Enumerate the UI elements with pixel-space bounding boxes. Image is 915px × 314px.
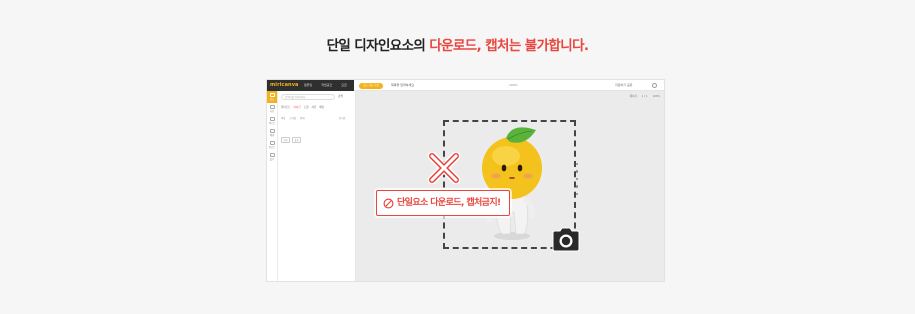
nav-item-templates[interactable]: 템플릿: [304, 83, 312, 87]
rail-item-text[interactable]: 텍스트: [267, 115, 277, 127]
folder-icon: [269, 153, 275, 157]
sort-dropdown[interactable]: 인기순: [339, 116, 346, 120]
x-mark-icon: [428, 152, 460, 184]
panel-tabs: 일러스트 아이콘 도형 사진 배경: [281, 105, 327, 109]
filter-style[interactable]: 스타일: [289, 117, 296, 120]
image-icon: [269, 105, 275, 109]
rail-item-folder[interactable]: 폴더: [267, 151, 277, 163]
filter-row: 색상 스타일 형태 인기순: [281, 116, 346, 120]
top-bar: miricanvas 템플릿 작업공간 요금 모든 기능 무료 제목을 입력하세…: [267, 80, 664, 91]
headline-prefix: 단일 디자인요소의: [326, 38, 430, 54]
tool-icon[interactable]: [576, 192, 579, 195]
search-button[interactable]: 검색: [338, 94, 343, 100]
tab-background[interactable]: 배경: [319, 106, 324, 109]
tool-icon[interactable]: [576, 177, 579, 181]
search-input[interactable]: 검색어를 입력하세요: [281, 94, 335, 100]
free-features-pill[interactable]: 모든 기능 무료: [359, 82, 383, 89]
user-icon[interactable]: [652, 83, 657, 88]
tab-icon[interactable]: 아이콘: [294, 106, 301, 109]
chip-row: 무료 유료: [281, 126, 303, 145]
headline: 단일 디자인요소의 다운로드, 캡처는 불가합니다.: [0, 34, 915, 54]
page-label[interactable]: 페이지: [630, 95, 637, 98]
upload-icon: [269, 141, 275, 145]
left-rail: 요소 사진 텍스트 배경 업로드 폴더: [267, 91, 278, 281]
nav-item-pricing[interactable]: 요금: [341, 83, 347, 87]
text-icon: [269, 117, 275, 121]
elements-panel: 검색어를 입력하세요 검색 일러스트 아이콘 도형 사진 배경 색상 스타일 형태 인기순 …: [278, 91, 356, 281]
nav-item-workspace[interactable]: 작업공간: [321, 83, 332, 87]
zoom-dropdown[interactable]: 100%: [509, 80, 518, 91]
background-icon: [269, 129, 275, 133]
no-capture-banner: 단일요소 다운로드, 캡처금지!: [376, 190, 510, 216]
camera-icon: [552, 227, 580, 252]
tool-icon[interactable]: [576, 170, 579, 173]
shapes-icon: [269, 93, 275, 97]
rail-item-background[interactable]: 배경: [267, 127, 277, 139]
canvas-zoom[interactable]: 100%: [653, 95, 660, 98]
filter-shape[interactable]: 형태: [300, 117, 304, 120]
no-entry-icon: [383, 198, 394, 209]
app-logo[interactable]: miricanvas: [267, 80, 302, 91]
tab-shape[interactable]: 도형: [304, 106, 309, 109]
page-count: 1 / 1: [641, 95, 648, 98]
save-share-button[interactable]: 저장하기 공유: [615, 80, 633, 91]
rail-item-upload[interactable]: 업로드: [267, 139, 277, 151]
top-nav: 템플릿 작업공간 요금: [298, 80, 354, 91]
tab-illustration[interactable]: 일러스트: [281, 106, 291, 109]
tab-photo[interactable]: 사진: [312, 106, 317, 109]
canvas-toolbar: 페이지 1 / 1 100%: [625, 94, 660, 98]
rail-item-photos[interactable]: 사진: [267, 103, 277, 115]
chip-paid[interactable]: 유료: [292, 137, 302, 143]
chip-free[interactable]: 무료: [281, 137, 291, 143]
tool-icon[interactable]: [576, 185, 579, 188]
rail-item-elements[interactable]: 요소: [267, 91, 277, 103]
headline-highlight: 다운로드, 캡처는 불가합니다.: [429, 38, 589, 54]
document-title[interactable]: 제목을 입력하세요: [391, 80, 414, 91]
tool-icon[interactable]: [576, 163, 579, 166]
banner-text: 단일요소 다운로드, 캡처금지!: [397, 198, 501, 208]
filter-color[interactable]: 색상: [281, 117, 285, 120]
